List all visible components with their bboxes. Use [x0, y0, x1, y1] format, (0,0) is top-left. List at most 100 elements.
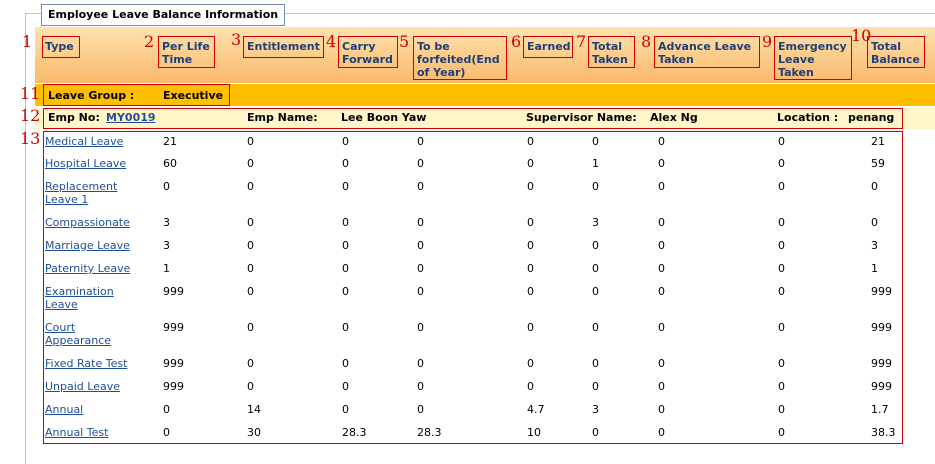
annotation-number-4: 4: [326, 32, 337, 51]
table-cell-to-be-forfeited: 0: [417, 135, 424, 148]
column-header-line: Carry: [342, 40, 376, 53]
table-cell-carry-forward: 0: [342, 135, 349, 148]
table-cell-to-be-forfeited: 28.3: [417, 426, 442, 439]
table-cell-earned: 0: [527, 135, 534, 148]
table-cell-earned: 0: [527, 262, 534, 275]
table-cell-total-taken: 0: [592, 380, 599, 393]
table-cell-advance-leave-taken: 0: [658, 216, 665, 229]
table-cell-to-be-forfeited: 0: [417, 180, 424, 193]
leave-type-link[interactable]: Court Appearance: [45, 321, 140, 347]
table-cell-earned: 0: [527, 285, 534, 298]
column-header-per-life-time[interactable]: Per Life Time: [162, 40, 210, 66]
table-cell-earned: 0: [527, 180, 534, 193]
annotation-number-5: 5: [399, 32, 410, 51]
table-cell-total-balance: 999: [871, 285, 892, 298]
table-cell-entitlement: 0: [247, 321, 254, 334]
table-cell-entitlement: 0: [247, 239, 254, 252]
table-cell-to-be-forfeited: 0: [417, 285, 424, 298]
table-cell-total-taken: 0: [592, 262, 599, 275]
table-cell-carry-forward: 0: [342, 403, 349, 416]
table-cell-total-taken: 0: [592, 357, 599, 370]
leave-type-link[interactable]: Annual Test: [45, 426, 140, 439]
leave-type-link[interactable]: Paternity Leave: [45, 262, 140, 275]
column-header-line: Forward: [342, 53, 393, 66]
annotation-number-3: 3: [231, 30, 242, 49]
table-cell-per-life-time: 999: [163, 380, 184, 393]
table-cell-carry-forward: 0: [342, 285, 349, 298]
column-header-type[interactable]: Type: [45, 40, 74, 53]
table-cell-emergency-leave-taken: 0: [778, 262, 785, 275]
column-header-advance-leave-taken[interactable]: Advance Leave Taken: [658, 40, 751, 66]
table-cell-earned: 0: [527, 357, 534, 370]
table-cell-emergency-leave-taken: 0: [778, 135, 785, 148]
table-cell-per-life-time: 60: [163, 157, 177, 170]
leave-type-link[interactable]: Compassionate: [45, 216, 140, 229]
table-cell-entitlement: 0: [247, 135, 254, 148]
table-cell-entitlement: 0: [247, 285, 254, 298]
table-cell-total-balance: 999: [871, 357, 892, 370]
table-cell-total-taken: 0: [592, 180, 599, 193]
leave-type-link[interactable]: Unpaid Leave: [45, 380, 140, 393]
table-cell-earned: 0: [527, 216, 534, 229]
table-cell-per-life-time: 999: [163, 357, 184, 370]
leave-type-link[interactable]: Examination Leave: [45, 285, 140, 311]
leave-type-link[interactable]: Replacement Leave 1: [45, 180, 140, 206]
table-cell-emergency-leave-taken: 0: [778, 403, 785, 416]
table-cell-earned: 0: [527, 239, 534, 252]
table-cell-total-balance: 3: [871, 239, 878, 252]
annotation-number-10: 10: [851, 26, 872, 45]
table-cell-entitlement: 0: [247, 262, 254, 275]
table-cell-emergency-leave-taken: 0: [778, 285, 785, 298]
table-cell-total-balance: 0: [871, 216, 878, 229]
table-cell-total-balance: 1: [871, 262, 878, 275]
leave-type-link[interactable]: Medical Leave: [45, 135, 140, 148]
column-header-line: Type: [45, 40, 74, 53]
table-cell-per-life-time: 999: [163, 321, 184, 334]
annotation-number-12: 12: [20, 106, 41, 125]
column-header-line: Balance: [871, 53, 920, 66]
table-cell-earned: 0: [527, 321, 534, 334]
column-header-carry-forward[interactable]: Carry Forward: [342, 40, 393, 66]
table-cell-per-life-time: 0: [163, 180, 170, 193]
annotation-number-2: 2: [144, 32, 155, 51]
table-cell-entitlement: 0: [247, 357, 254, 370]
annotation-number-1: 1: [22, 32, 33, 51]
table-cell-advance-leave-taken: 0: [658, 403, 665, 416]
column-header-to-be-forfeited[interactable]: To be forfeited(End of Year): [417, 40, 500, 79]
table-cell-emergency-leave-taken: 0: [778, 357, 785, 370]
table-cell-advance-leave-taken: 0: [658, 357, 665, 370]
table-cell-to-be-forfeited: 0: [417, 216, 424, 229]
column-header-entitlement[interactable]: Entitlement: [247, 40, 320, 53]
table-cell-total-balance: 999: [871, 321, 892, 334]
annotation-box-leave-group: [43, 84, 230, 106]
leave-type-link[interactable]: Fixed Rate Test: [45, 357, 140, 370]
table-cell-earned: 0: [527, 380, 534, 393]
column-header-total-taken[interactable]: Total Taken: [592, 40, 628, 66]
table-cell-earned: 4.7: [527, 403, 545, 416]
column-header-line: Taken: [592, 53, 628, 66]
leave-type-link[interactable]: Marriage Leave: [45, 239, 140, 252]
panel-legend: Employee Leave Balance Information: [41, 4, 286, 26]
table-cell-advance-leave-taken: 0: [658, 285, 665, 298]
table-cell-total-balance: 1.7: [871, 403, 889, 416]
leave-type-link[interactable]: Annual: [45, 403, 140, 416]
annotation-number-9: 9: [762, 32, 773, 51]
column-header-line: Advance Leave: [658, 40, 752, 53]
table-cell-per-life-time: 0: [163, 426, 170, 439]
table-cell-emergency-leave-taken: 0: [778, 157, 785, 170]
column-header-line: Leave: [778, 53, 815, 66]
column-header-emergency-leave-taken[interactable]: Emergency Leave Taken: [778, 40, 847, 79]
column-header-line: Entitlement: [247, 40, 320, 53]
table-cell-advance-leave-taken: 0: [658, 262, 665, 275]
column-header-line: Earned: [527, 40, 571, 53]
column-header-line: Total: [592, 40, 623, 53]
column-header-line: Time: [162, 53, 193, 66]
table-cell-emergency-leave-taken: 0: [778, 426, 785, 439]
table-cell-per-life-time: 999: [163, 285, 184, 298]
column-header-earned[interactable]: Earned: [527, 40, 571, 53]
table-cell-total-taken: 0: [592, 321, 599, 334]
table-cell-total-taken: 0: [592, 239, 599, 252]
column-header-total-balance[interactable]: Total Balance: [871, 40, 920, 66]
table-cell-advance-leave-taken: 0: [658, 239, 665, 252]
leave-type-link[interactable]: Hospital Leave: [45, 157, 140, 170]
